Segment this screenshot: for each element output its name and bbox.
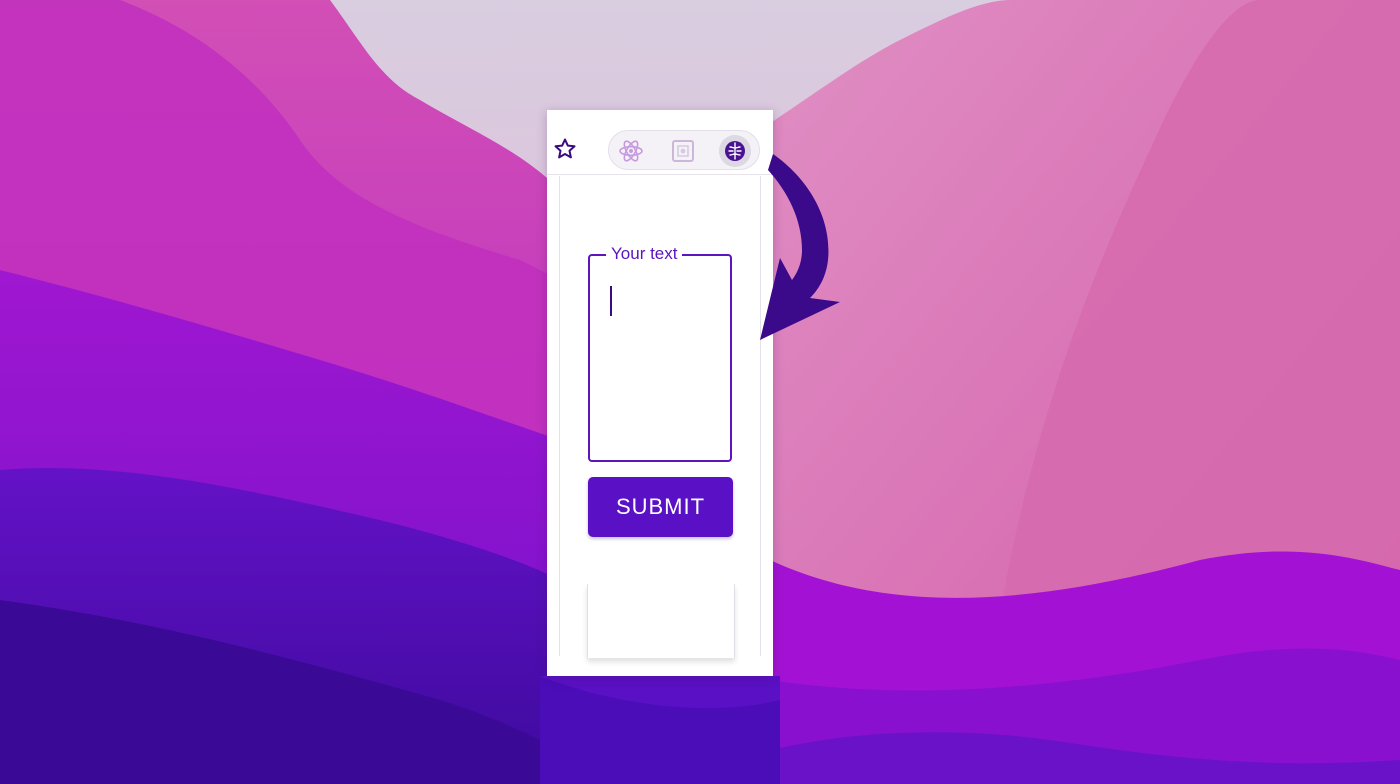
page-edge-left bbox=[559, 176, 560, 656]
react-devtools-extension-button[interactable] bbox=[615, 135, 647, 167]
submit-button[interactable]: SUBMIT bbox=[588, 477, 733, 537]
puzzle-icon bbox=[672, 140, 694, 162]
text-caret bbox=[610, 286, 612, 316]
bookmark-star-button[interactable] bbox=[552, 136, 578, 162]
your-text-field[interactable]: Your text bbox=[588, 244, 732, 462]
curved-arrow-icon bbox=[760, 154, 840, 340]
extension-popup: Your text SUBMIT bbox=[561, 176, 759, 658]
your-text-label: Your text bbox=[606, 244, 683, 264]
screen: Your text SUBMIT bbox=[0, 0, 1400, 784]
extensions-group bbox=[608, 130, 760, 170]
extension-puzzle-button[interactable] bbox=[667, 135, 699, 167]
popup-footer-card bbox=[587, 584, 735, 658]
react-atom-icon bbox=[619, 140, 643, 162]
star-outline-icon bbox=[554, 138, 576, 159]
